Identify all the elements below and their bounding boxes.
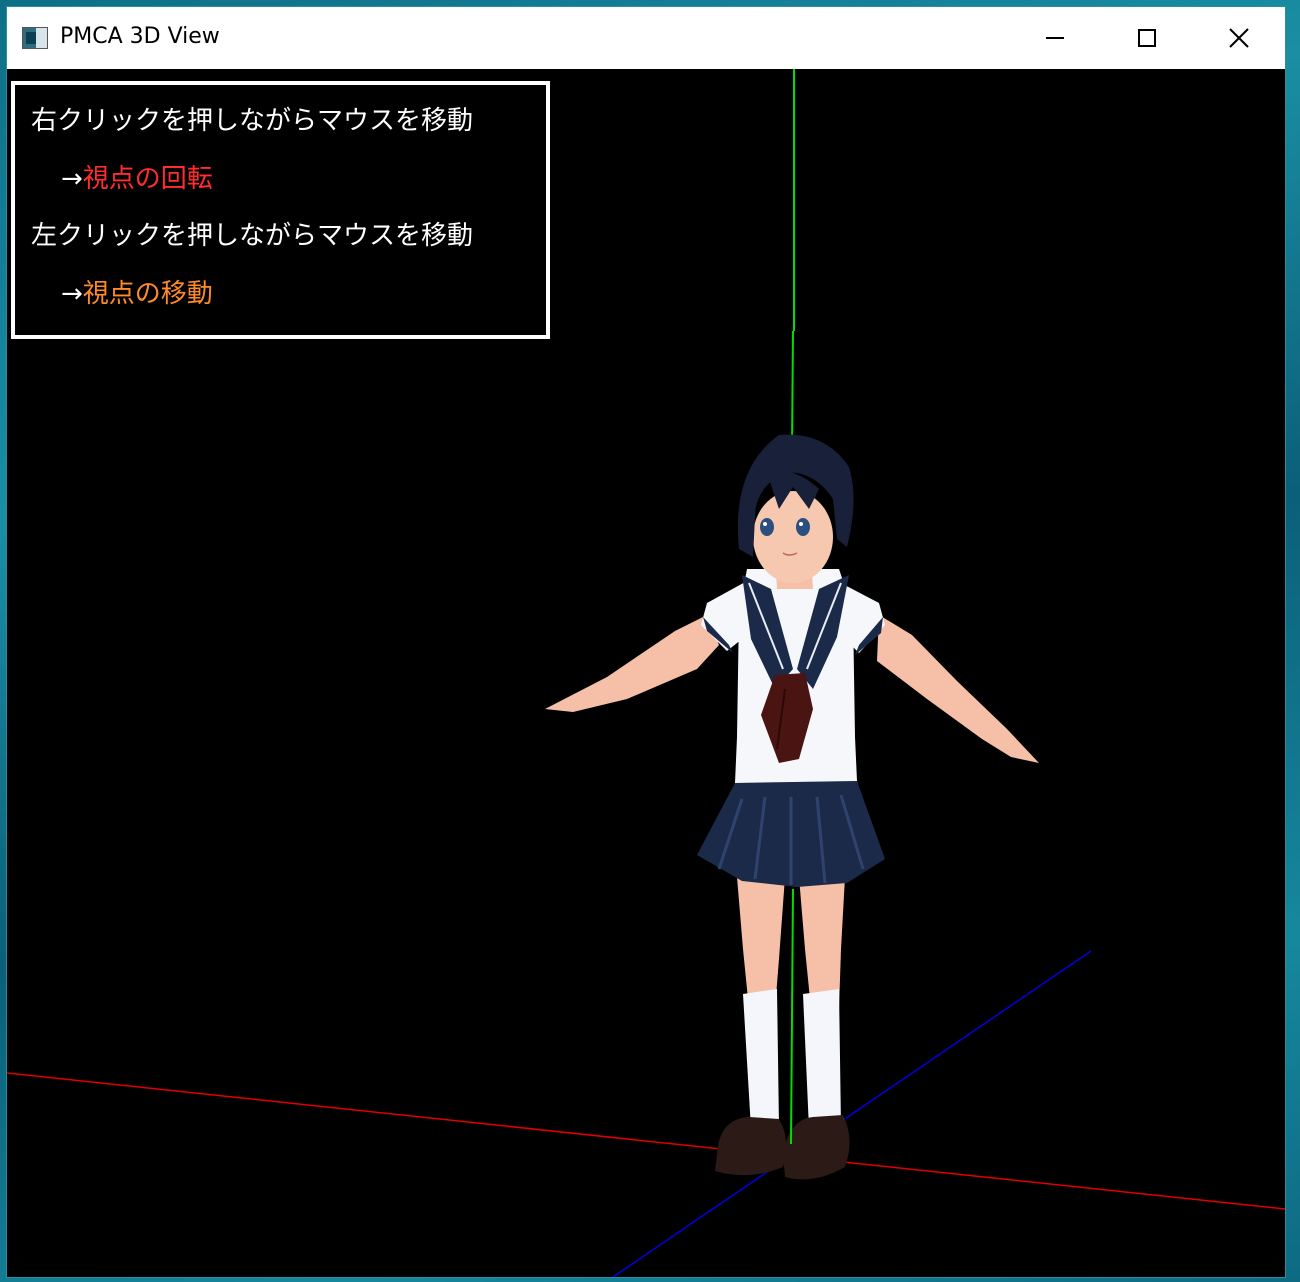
z-axis: [612, 950, 1092, 1277]
maximize-button[interactable]: [1101, 7, 1193, 69]
y-axis-lower: [790, 888, 794, 1145]
close-button[interactable]: [1193, 7, 1285, 69]
3d-viewport[interactable]: 右クリックを押しながらマウスを移動 →視点の回転 左クリックを押しながらマウスを…: [7, 69, 1285, 1277]
app-window-icon: [22, 27, 48, 49]
close-icon: [1229, 28, 1249, 48]
controls-help-panel: 右クリックを押しながらマウスを移動 →視点の回転 左クリックを押しながらマウスを…: [11, 81, 550, 339]
help-left-click-text: 左クリックを押しながらマウスを移動: [31, 221, 474, 251]
y-axis-segment: [791, 330, 794, 450]
help-rotate-line: →視点の回転: [61, 163, 213, 195]
title-bar[interactable]: PMCA 3D View: [7, 7, 1285, 69]
window-title: PMCA 3D View: [60, 24, 220, 49]
move-view-text: 視点の移動: [82, 279, 213, 309]
help-right-click-text: 右クリックを押しながらマウスを移動: [31, 106, 474, 136]
maximize-icon: [1138, 29, 1156, 47]
x-axis: [7, 1072, 1285, 1210]
help-move-line: →視点の移動: [61, 278, 213, 310]
minimize-button[interactable]: [1009, 7, 1101, 69]
minimize-icon: [1046, 37, 1064, 39]
pmca-3d-view-window: PMCA 3D View 右クリックを押しながらマウスを移動 →視点の回転 左ク…: [6, 6, 1286, 1278]
rotate-view-text: 視点の回転: [82, 164, 213, 194]
arrow-icon: →: [61, 279, 83, 309]
arrow-icon: →: [61, 164, 83, 194]
